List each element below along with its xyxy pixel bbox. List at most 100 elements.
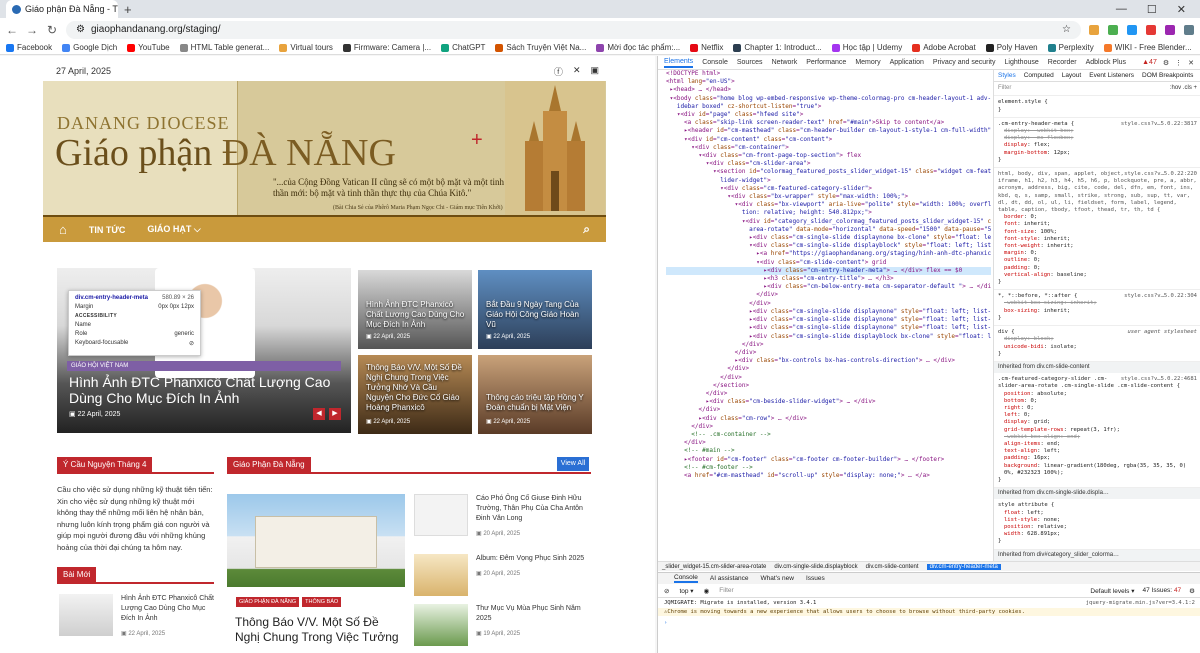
- maximize-icon[interactable]: ☐: [1147, 3, 1157, 16]
- devtools-tab[interactable]: Console: [702, 59, 728, 66]
- context-select[interactable]: top ▾: [679, 587, 693, 595]
- nav-item-diocese[interactable]: GIÁO HẠT ⌵: [147, 224, 200, 235]
- console-warning-line: ⚠ Chrome is moving towards a new experie…: [658, 608, 1200, 616]
- news-card[interactable]: Thông Báo V/V. Một Số Đề Nghị Chung Tron…: [358, 355, 472, 434]
- drawer-tab[interactable]: AI assistance: [710, 575, 749, 582]
- devtools-tab[interactable]: Memory: [855, 59, 880, 66]
- category-badge[interactable]: GIÁO HỘI VIỆT NAM: [67, 361, 341, 371]
- more-icon[interactable]: ⋮: [1175, 59, 1182, 67]
- bookmark-item[interactable]: HTML Table generat...: [179, 43, 269, 52]
- bookmark-item[interactable]: Adobe Acrobat: [912, 43, 976, 52]
- styles-tab[interactable]: DOM Breakpoints: [1142, 72, 1193, 79]
- devtools-tab[interactable]: Adblock Plus: [1086, 59, 1126, 66]
- extension-icon[interactable]: [1165, 24, 1175, 35]
- elements-tree[interactable]: <!DOCTYPE html> <html lang="en-US"> ▸<he…: [658, 70, 991, 570]
- styles-tab[interactable]: Styles: [998, 72, 1016, 79]
- featured-title[interactable]: Hình Ảnh ĐTC Phanxicô Chất Lượng Cao Dùn…: [69, 374, 341, 406]
- styles-tab[interactable]: Computed: [1024, 72, 1054, 79]
- browser-tab[interactable]: Giáo phận Đà Nẵng - Trang Tin✕: [6, 0, 118, 18]
- bookmark-item[interactable]: YouTube: [127, 43, 170, 52]
- view-all-button[interactable]: View All: [557, 457, 589, 471]
- site-info-icon[interactable]: ⚙: [76, 24, 85, 35]
- drawer-tab[interactable]: What's new: [761, 575, 794, 582]
- eye-icon[interactable]: ◉: [704, 587, 710, 595]
- devtools-tab[interactable]: Performance: [806, 59, 846, 66]
- breadcrumb-item[interactable]: div.cm-entry-header-meta: [926, 563, 1001, 570]
- sidebar-post[interactable]: Hình Ảnh ĐTC Phanxicô Chất Lượng Cao Dùn…: [59, 594, 214, 637]
- tag-badge[interactable]: GIÁO PHẬN ĐÀ NẴNG: [236, 597, 300, 607]
- breadcrumb-item[interactable]: _slider_widget-15.cm-slider-area-rotate: [662, 564, 766, 570]
- issues-button[interactable]: 47 Issues: 47: [1142, 587, 1181, 595]
- log-levels-select[interactable]: Default levels ▾: [1090, 587, 1134, 595]
- new-tab-button[interactable]: +: [124, 2, 132, 17]
- news-card[interactable]: Thông cáo triệu tập Hồng Y Đoàn chuẩn bị…: [478, 355, 592, 434]
- youtube-icon[interactable]: ▣: [590, 65, 599, 78]
- bookmark-item[interactable]: Firmware: Camera |...: [342, 43, 431, 52]
- bookmark-item[interactable]: Mời đọc tác phẩm:...: [596, 43, 680, 52]
- dom-breadcrumbs: _slider_widget-15.cm-slider-area-rotate d…: [658, 561, 1200, 571]
- bookmark-star-icon[interactable]: ☆: [1062, 24, 1071, 35]
- devtools-tab[interactable]: Elements: [664, 58, 694, 68]
- home-icon[interactable]: ⌂: [59, 222, 67, 237]
- console-settings-icon[interactable]: ⚙: [1189, 587, 1195, 595]
- reload-icon[interactable]: ↻: [46, 23, 58, 37]
- drawer-tab[interactable]: Console: [674, 574, 698, 583]
- article-title[interactable]: Thông Báo V/V. Một Số Đề Nghị Chung Tron…: [235, 615, 405, 645]
- devtools-tab[interactable]: Recorder: [1048, 59, 1077, 66]
- styles-tab[interactable]: Layout: [1062, 72, 1082, 79]
- bookmark-item[interactable]: Google Dịch: [62, 43, 117, 52]
- slider-next-icon[interactable]: ▶: [329, 408, 341, 420]
- twitter-x-icon[interactable]: ✕: [573, 65, 581, 78]
- facebook-icon[interactable]: ⓕ: [554, 65, 563, 78]
- styles-tab[interactable]: Event Listeners: [1089, 72, 1134, 79]
- console-prompt[interactable]: ›: [658, 619, 1200, 627]
- settings-icon[interactable]: ⚙: [1163, 59, 1169, 67]
- bookmark-item[interactable]: WIKI - Free Blender...: [1103, 43, 1192, 52]
- bookmark-item[interactable]: Facebook: [6, 43, 52, 52]
- close-window-icon[interactable]: ✕: [1177, 3, 1186, 16]
- news-card[interactable]: Hình Ảnh ĐTC Phanxicô Chất Lượng Cao Dùn…: [358, 270, 472, 349]
- bookmark-item[interactable]: Netflix: [690, 43, 723, 52]
- bookmark-favicon-icon: [179, 43, 188, 52]
- address-bar[interactable]: ⚙ giaophandanang.org/staging/ ☆: [66, 20, 1081, 39]
- warning-count-icon[interactable]: ▲47: [1142, 59, 1157, 67]
- search-icon[interactable]: ⌕: [583, 222, 590, 237]
- bookmark-item[interactable]: Virtual tours: [279, 43, 333, 52]
- extension-icon[interactable]: [1146, 24, 1156, 35]
- devtools-tab[interactable]: Network: [772, 59, 798, 66]
- clear-console-icon[interactable]: ⊘: [664, 587, 669, 595]
- forward-icon[interactable]: →: [26, 23, 38, 37]
- profile-avatar[interactable]: [1184, 24, 1194, 35]
- list-item[interactable]: Album: Đêm Vọng Phục Sinh 2025 ▣ 20 April…: [414, 554, 590, 596]
- nav-item-news[interactable]: TIN TỨC: [89, 225, 125, 235]
- breadcrumb-item[interactable]: div.cm-single-slide.displayblock: [774, 564, 857, 570]
- devtools-tab[interactable]: Lighthouse: [1005, 59, 1039, 66]
- drawer-tab[interactable]: Issues: [806, 575, 825, 582]
- devtools-tab[interactable]: Application: [890, 59, 924, 66]
- console-filter-input[interactable]: Filter: [719, 587, 899, 594]
- bookmark-item[interactable]: ChatGPT: [441, 43, 485, 52]
- extension-icon[interactable]: [1089, 24, 1099, 35]
- close-devtools-icon[interactable]: ✕: [1188, 59, 1194, 67]
- list-item[interactable]: Thư Mục Vụ Mùa Phục Sinh Năm 2025 ▣ 19 Ap…: [414, 604, 590, 646]
- bookmark-item[interactable]: Poly Haven: [985, 43, 1038, 52]
- devtools-tab[interactable]: Sources: [737, 59, 763, 66]
- extension-icon[interactable]: [1127, 24, 1137, 35]
- extension-icon[interactable]: [1108, 24, 1118, 35]
- article-image[interactable]: [227, 494, 405, 587]
- slider-prev-icon[interactable]: ◀: [313, 408, 325, 420]
- devtools-tab[interactable]: Privacy and security: [933, 59, 996, 66]
- site-banner[interactable]: DANANG DIOCESE Giáo phận ĐÀ NẴNG + "...c…: [43, 81, 606, 215]
- styles-filter-input[interactable]: Filter:hov .cls +: [994, 82, 1200, 97]
- bookmark-item[interactable]: Sách Truyện Việt Na...: [495, 43, 586, 52]
- news-card[interactable]: Bắt Đầu 9 Ngày Tang Của Giáo Hội Công Gi…: [478, 270, 592, 349]
- list-item[interactable]: Cáo Phó Ông Cố Giuse Đinh Hữu Trường, Th…: [414, 494, 590, 537]
- minimize-icon[interactable]: —: [1116, 3, 1127, 16]
- bookmark-item[interactable]: Chapter 1: Introduct...: [733, 43, 822, 52]
- tag-badge[interactable]: THÔNG BÁO: [302, 597, 342, 607]
- back-icon[interactable]: ←: [6, 23, 18, 37]
- bookmark-item[interactable]: Perplexity: [1047, 43, 1094, 52]
- breadcrumb-item[interactable]: div.cm-slide-content: [866, 564, 919, 570]
- bookmark-favicon-icon: [1047, 43, 1056, 52]
- bookmark-item[interactable]: Học tập | Udemy: [831, 43, 902, 52]
